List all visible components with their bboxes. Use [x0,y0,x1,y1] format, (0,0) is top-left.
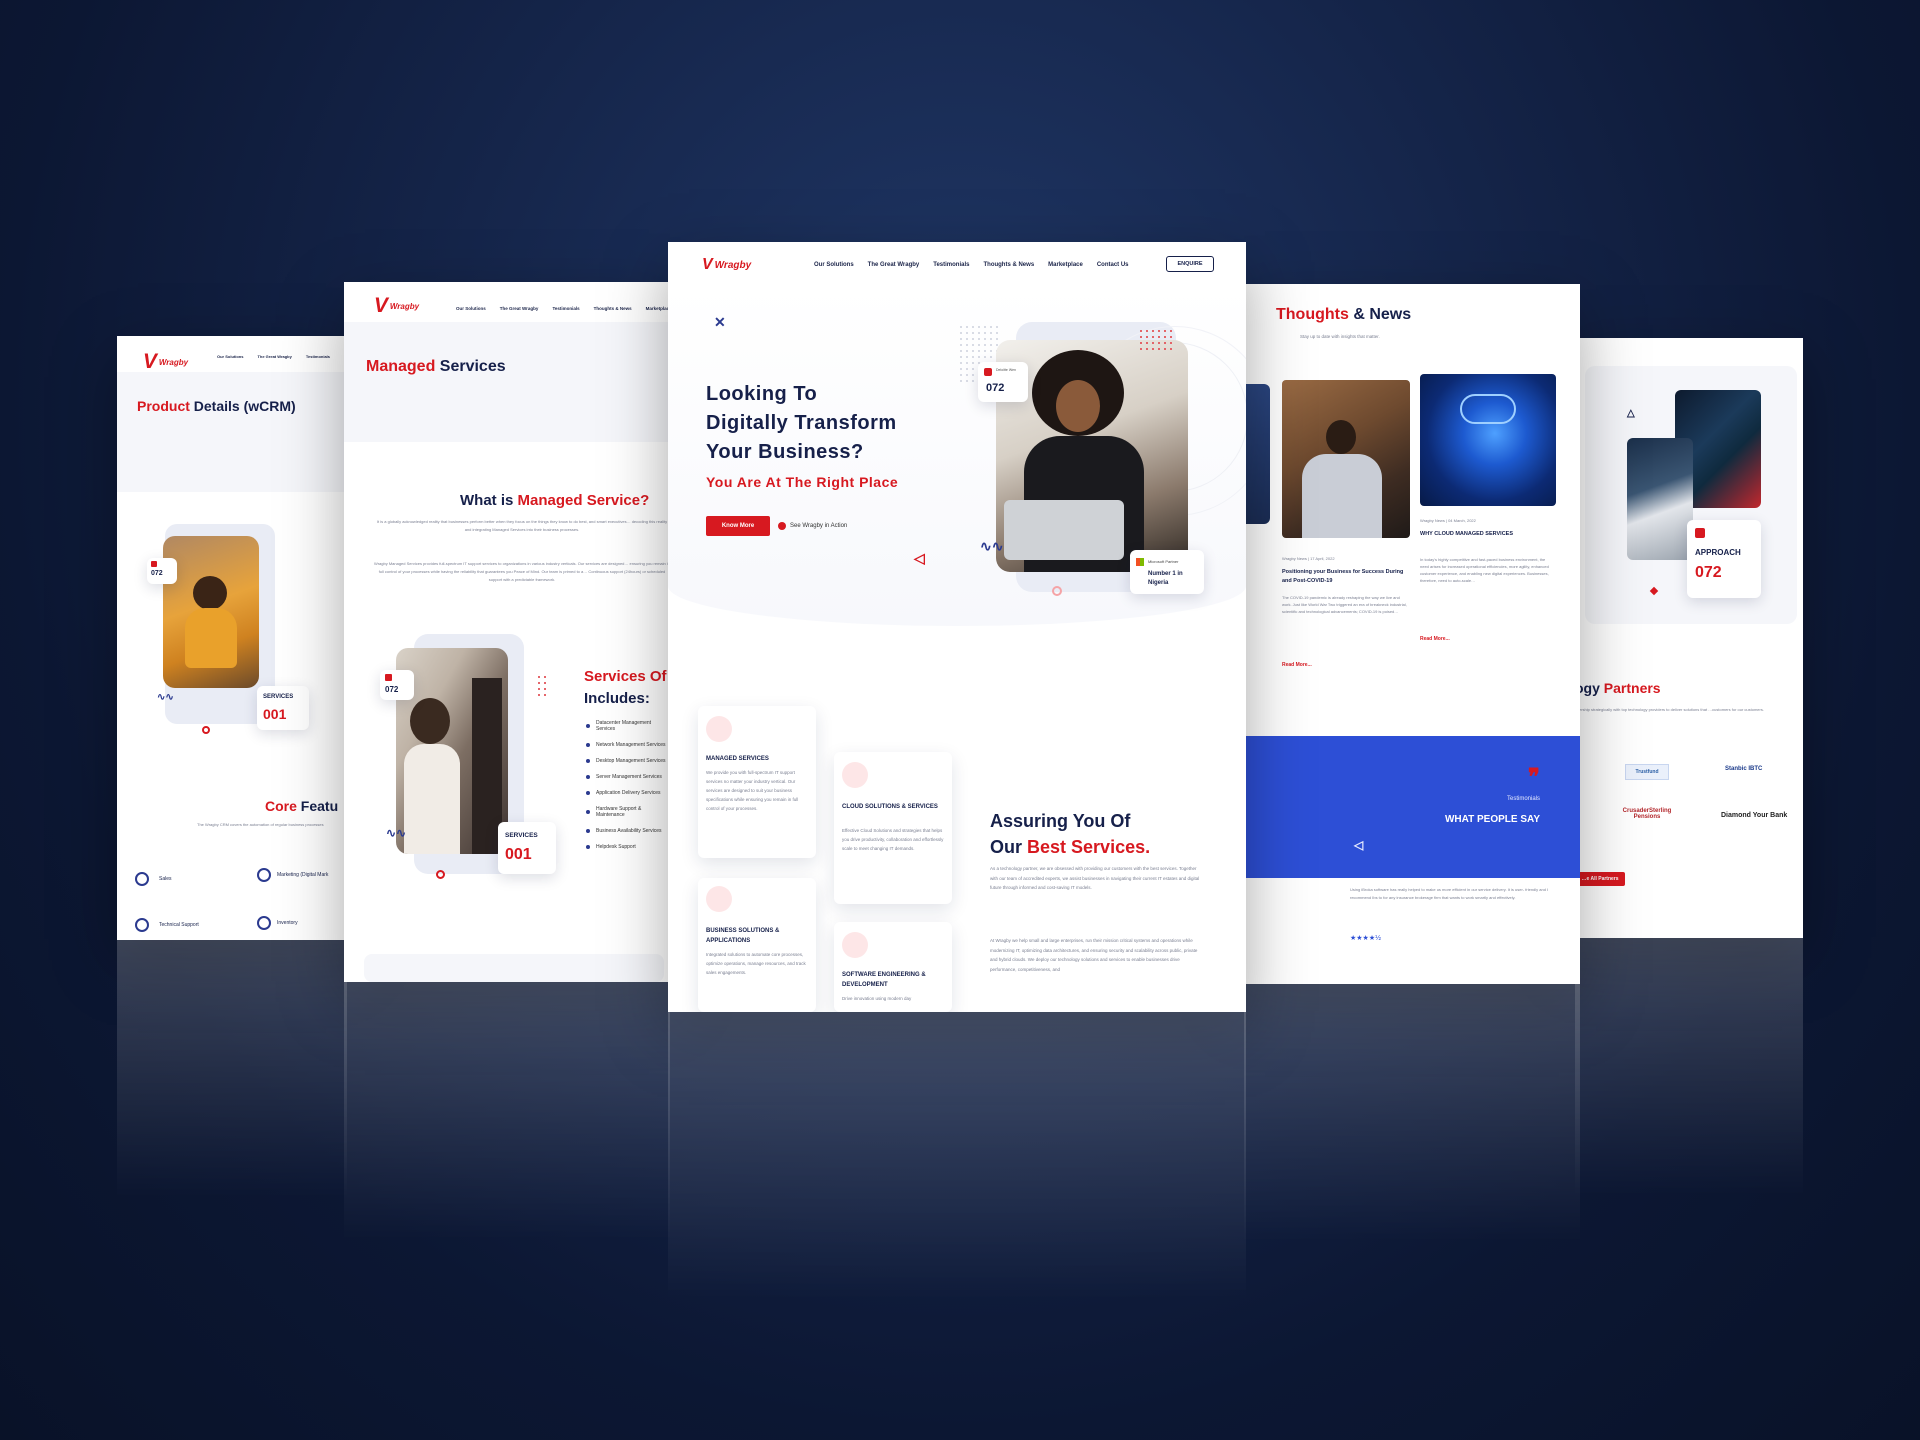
fingerprint-icon [257,916,271,930]
assure-heading: Assuring You Of Our Best Services. [990,811,1151,857]
nav-contact[interactable]: Contact Us [1097,262,1129,268]
nav-thoughts[interactable]: Thoughts & News [594,306,632,311]
list-item: Hardware Support & Maintenance [586,806,670,818]
list-item: Application Delivery Services [586,790,670,796]
handshake-icon [706,886,732,912]
nav-testimonials[interactable]: Testimonials [306,354,330,359]
list-item: Server Management Services [586,774,670,780]
news-item-title[interactable]: WHY CLOUD MANAGED SERVICES [1420,530,1550,539]
triangle-decoration-icon: ◁ [914,550,925,566]
nav-great-wragby[interactable]: The Great Wragby [500,306,539,311]
feature-marketing[interactable]: Marketing (Digital Mark [257,868,328,882]
nav-solutions[interactable]: Our Solutions [814,262,854,268]
list-item: Desktop Management Services [586,758,670,764]
core-features-title: Core Featu [265,798,339,814]
read-more-link[interactable]: Read More... [1282,662,1312,668]
brand-logo[interactable]: V Wragby [702,256,751,274]
news-edge-photo [1244,384,1270,524]
news-title: Thoughts & News [1276,306,1412,323]
service-card-cloud[interactable]: CLOUD SOLUTIONS & SERVICES Effective Clo… [834,752,952,904]
partner-logo[interactable]: Trustfund [1625,764,1669,780]
fingerprint-icon [257,868,271,882]
page-product-details: V Wragby Our Solutions The Great Wragby T… [117,336,347,940]
services-list: Datacenter Management Services Network M… [586,720,670,860]
award-badge: 072 [380,670,414,700]
service-card-software[interactable]: SOFTWARE ENGINEERING & DEVELOPMENT Drive… [834,922,952,1012]
nav-solutions[interactable]: Our Solutions [217,354,243,359]
feature-sales[interactable]: Sales [135,872,172,886]
page-home: V Wragby Our Solutions The Great Wragby T… [668,242,1246,1012]
nav-testimonials[interactable]: Testimonials [552,306,579,311]
brand-logo[interactable]: V Wragby [143,350,188,374]
service-card-managed[interactable]: MANAGED SERVICES We provide you with ful… [698,706,816,858]
page-managed-services: V Wragby Our Solutions The Great Wragby T… [344,282,670,982]
fingerprint-icon [135,918,149,932]
partner-logo[interactable]: Stanbic IBTC [1725,766,1762,772]
what-is-heading: What is Managed Service? [460,492,650,509]
cross-decoration-icon: ✕ [714,314,726,330]
award-badge: Deloitte Wen 072 [978,362,1028,402]
list-item: Helpdesk Support [586,844,670,850]
prev-arrow-icon[interactable]: ◁ [1354,838,1363,852]
nav-marketplace[interactable]: Marketplace [646,306,670,311]
services-badge: SERVICES 001 [257,686,309,730]
hero-subheading: You Are At The Right Place [706,474,899,490]
see-all-partners-button[interactable]: …e All Partners [1575,872,1625,886]
watch-video-link[interactable]: See Wragby in Action [778,522,847,530]
page-header-band [117,372,347,492]
list-item: Datacenter Management Services [586,720,670,732]
showcase-stage: V Wragby Our Solutions The Great Wragby T… [0,0,1920,1440]
code-gear-icon [842,932,868,958]
office-woman-photo [163,536,259,688]
approach-badge: APPROACH 072 [1687,520,1761,598]
partner-logo[interactable]: CrusaderSterling Pensions [1617,808,1677,820]
tools-icon [706,716,732,742]
news-photo-cloud [1420,374,1556,506]
feature-support[interactable]: Technical Support [135,918,199,932]
news-item-title[interactable]: Positioning your Business for Success Du… [1282,568,1408,586]
award-badge: 072 [147,558,177,584]
fingerprint-icon [135,872,149,886]
partner-logo[interactable]: Diamond Your Bank [1721,812,1787,819]
read-more-link[interactable]: Read More... [1420,636,1450,642]
engineer-photo [1627,438,1693,560]
page-title: Managed Services [366,358,506,375]
nav-marketplace[interactable]: Marketplace [1048,262,1083,268]
play-icon [778,522,786,530]
enquire-button[interactable]: ENQUIRE [1166,256,1214,272]
nav-great-wragby[interactable]: The Great Wragby [868,262,920,268]
tech-partners-title: ogy Partners [1575,680,1661,696]
cloud-gear-icon [842,762,868,788]
microsoft-partner-badge: Microsoft Partner Number 1 in Nigeria [1130,550,1204,594]
testimonials-band: ❞ Testimonials WHAT PEOPLE SAY ◁ [1244,736,1580,878]
service-card-business[interactable]: BUSINESS SOLUTIONS & APPLICATIONS Integr… [698,878,816,1012]
page-title: Product Details (wCRM) [137,398,296,414]
rating-stars: ★★★★½ [1350,935,1381,942]
nav-great-wragby[interactable]: The Great Wragby [257,354,291,359]
nav-thoughts[interactable]: Thoughts & News [983,262,1034,268]
quote-icon: ❞ [1528,764,1540,789]
hero-heading: Looking To Digitally Transform Your Busi… [706,383,897,463]
nav-solutions[interactable]: Our Solutions [456,306,486,311]
news-photo-covid [1282,380,1410,538]
nav-testimonials[interactable]: Testimonials [933,262,969,268]
brand-logo[interactable]: V Wragby [374,294,419,318]
services-offered-title: Services Of Includes: [584,668,667,707]
page-partners: △ APPROACH 072 ogy Partners …ership stra… [1575,338,1803,938]
list-item: Network Management Services [586,742,670,748]
know-more-button[interactable]: Know More [706,516,770,536]
services-badge: SERVICES 001 [498,822,556,874]
list-item: Business Availability Services [586,828,670,834]
page-thoughts-news: Thoughts & News Stay up to date with ins… [1244,284,1580,984]
feature-inventory[interactable]: Inventory [257,916,298,930]
microsoft-logo-icon [1136,558,1144,566]
